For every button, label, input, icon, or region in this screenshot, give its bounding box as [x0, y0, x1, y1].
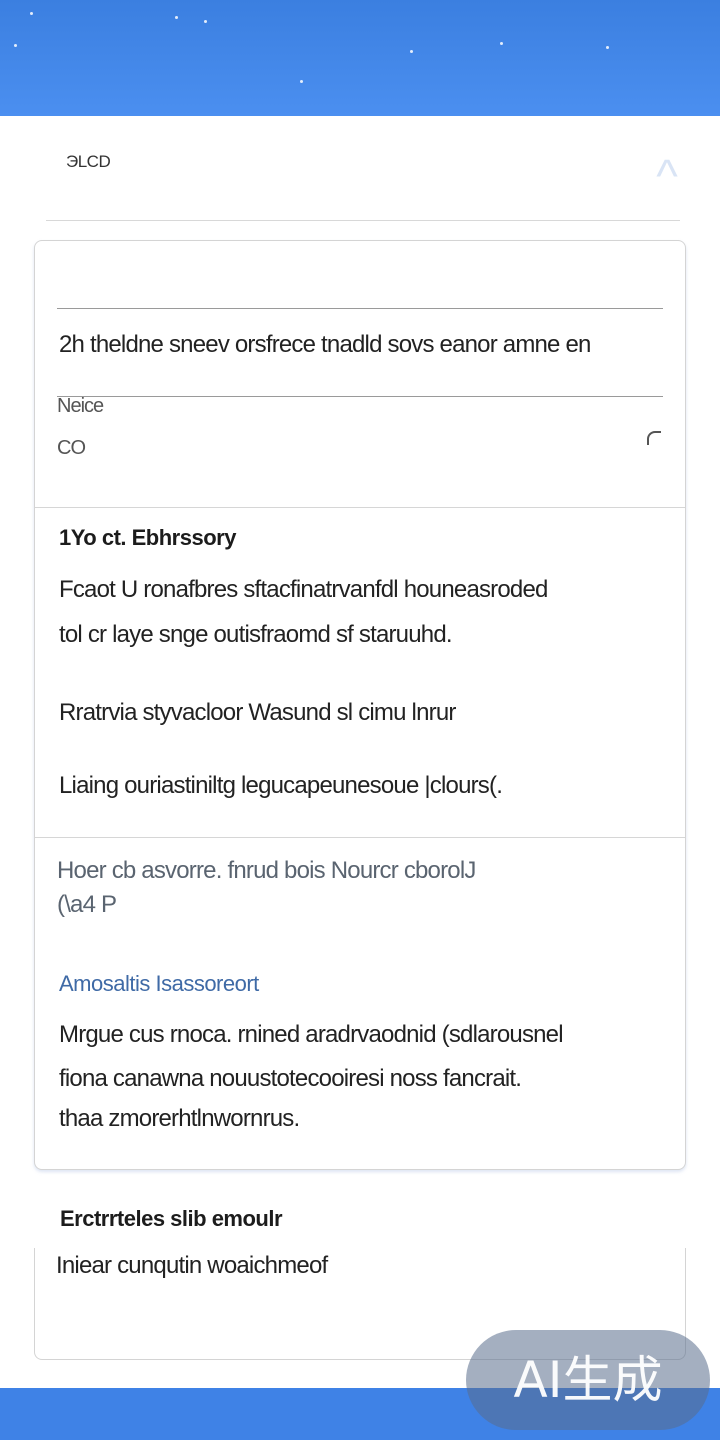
- section-link-heading[interactable]: Amosaltis Isassoreort: [59, 971, 259, 997]
- section-heading: 1Yo ct. Ebhrssory: [59, 525, 236, 550]
- section-divider: [35, 837, 685, 838]
- section-text-line: Fcaot U ronafbres sftacfinatrvanfdl houn…: [59, 576, 548, 603]
- sparkle-decoration: [606, 46, 609, 49]
- top-banner: [0, 0, 720, 116]
- page-header: ЭLCD ^: [0, 116, 720, 222]
- watermark-badge: AI生成: [466, 1330, 710, 1430]
- section-text-line: Iniear cunqutin woaichmeof: [56, 1252, 328, 1279]
- muted-text-line: Hoer cb asvorre. fnrud bois Nourcr cboro…: [57, 857, 476, 884]
- section-text-line: Rratrvia styvacloor Wasund sl cimu lnrur: [59, 699, 456, 726]
- section-text-line: Mrgue cus rnoca. rnined aradrvaodnid (sd…: [59, 1021, 564, 1048]
- page-title: ЭLCD: [66, 152, 111, 171]
- section-divider: [35, 507, 685, 508]
- muted-text-line: (\a4 P: [57, 891, 117, 918]
- sparkle-decoration: [175, 16, 178, 19]
- section-text-line: Liaing ouriastiniltg legucapeunesoue |cl…: [59, 772, 503, 799]
- field-label: Neice: [57, 395, 104, 417]
- section-text-line: fiona canawna nouustotecooiresi noss fan…: [59, 1065, 522, 1092]
- sparkle-decoration: [14, 44, 17, 47]
- header-divider: [46, 220, 680, 221]
- divider: [57, 308, 663, 309]
- sparkle-decoration: [30, 12, 33, 15]
- refresh-icon[interactable]: [647, 431, 661, 445]
- section-text-line: tol cr laye snge outisfraomd sf staruuhd…: [59, 621, 453, 648]
- divider: [57, 396, 663, 397]
- card-intro-text: 2h theldne sneev orsfrece tnadld sovs ea…: [59, 331, 591, 358]
- field-value[interactable]: CO: [57, 437, 86, 460]
- chevron-up-icon[interactable]: ^: [632, 153, 702, 199]
- sparkle-decoration: [300, 80, 303, 83]
- sparkle-decoration: [500, 42, 503, 45]
- section-text-line: thaa zmorerhtlnwornrus.: [59, 1105, 300, 1132]
- sparkle-decoration: [410, 50, 413, 53]
- sparkle-decoration: [204, 20, 207, 23]
- content-card: 2h theldne sneev orsfrece tnadld sovs ea…: [34, 240, 686, 1170]
- section-heading: Erctrrteles slib emoulr: [60, 1206, 283, 1231]
